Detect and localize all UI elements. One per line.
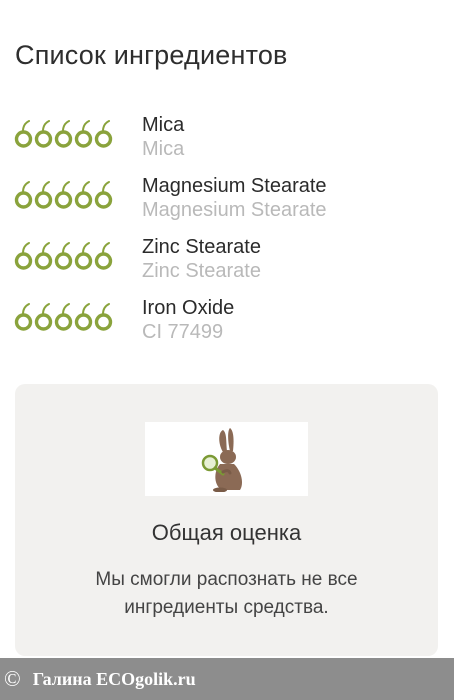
olive-rating-icon bbox=[94, 120, 113, 148]
ingredient-row[interactable]: Zinc Stearate Zinc Stearate bbox=[0, 232, 454, 293]
olive-rating-icon bbox=[34, 242, 53, 270]
olive-rating-icon bbox=[34, 120, 53, 148]
ingredient-names: Zinc Stearate Zinc Stearate bbox=[142, 235, 261, 283]
olive-rating-icon bbox=[74, 181, 93, 209]
olive-rating-icon bbox=[94, 303, 113, 331]
olive-rating-icon bbox=[54, 242, 73, 270]
ingredient-inci: Mica bbox=[142, 138, 185, 160]
watermark-text: Галина ECOgolik.ru bbox=[32, 668, 196, 689]
olive-rating-icon bbox=[54, 120, 73, 148]
rating-icons bbox=[14, 180, 114, 210]
ingredient-name: Zinc Stearate bbox=[142, 236, 261, 258]
ingredient-inci: Magnesium Stearate bbox=[142, 199, 327, 221]
ingredient-list: Mica Mica Magnesium Stearate Magnesium S… bbox=[0, 110, 454, 354]
ingredient-names: Iron Oxide CI 77499 bbox=[142, 296, 234, 344]
rating-icons bbox=[14, 302, 114, 332]
olive-rating-icon bbox=[14, 120, 33, 148]
ingredient-inci: CI 77499 bbox=[142, 321, 224, 343]
rating-icons bbox=[14, 241, 114, 271]
ingredient-name: Iron Oxide bbox=[142, 297, 235, 319]
olive-rating-icon bbox=[94, 181, 113, 209]
olive-rating-icon bbox=[54, 303, 73, 331]
watermark-bar: © Галина ECOgolik.ru bbox=[0, 658, 454, 700]
ingredient-name: Mica bbox=[142, 114, 185, 136]
ingredient-row[interactable]: Iron Oxide CI 77499 bbox=[0, 293, 454, 354]
olive-rating-icon bbox=[14, 181, 33, 209]
summary-card: Общая оценка Мы смогли распознать не все… bbox=[15, 384, 438, 656]
overall-rating-title: Общая оценка bbox=[151, 520, 302, 545]
ingredient-name: Magnesium Stearate bbox=[142, 175, 327, 197]
olive-rating-icon bbox=[74, 242, 93, 270]
ingredient-inci: Zinc Stearate bbox=[142, 260, 261, 282]
rabbit-with-magnifier-icon bbox=[201, 428, 242, 492]
copyright-symbol: © bbox=[4, 666, 21, 691]
olive-rating-icon bbox=[34, 181, 53, 209]
olive-rating-icon bbox=[54, 181, 73, 209]
olive-rating-icon bbox=[94, 242, 113, 270]
olive-rating-icon bbox=[14, 303, 33, 331]
olive-rating-icon bbox=[74, 303, 93, 331]
page-title: Список ингредиентов bbox=[15, 40, 288, 70]
logo-box bbox=[145, 422, 308, 496]
ingredient-names: Mica Mica bbox=[142, 113, 184, 161]
rating-icons bbox=[14, 119, 114, 149]
ingredient-names: Magnesium Stearate Magnesium Stearate bbox=[142, 174, 327, 222]
ingredient-row[interactable]: Mica Mica bbox=[0, 110, 454, 171]
overall-rating-text: Мы смогли распознать не все ингредиенты … bbox=[95, 569, 358, 618]
ingredient-row[interactable]: Magnesium Stearate Magnesium Stearate bbox=[0, 171, 454, 232]
olive-rating-icon bbox=[74, 120, 93, 148]
olive-rating-icon bbox=[14, 242, 33, 270]
olive-rating-icon bbox=[34, 303, 53, 331]
